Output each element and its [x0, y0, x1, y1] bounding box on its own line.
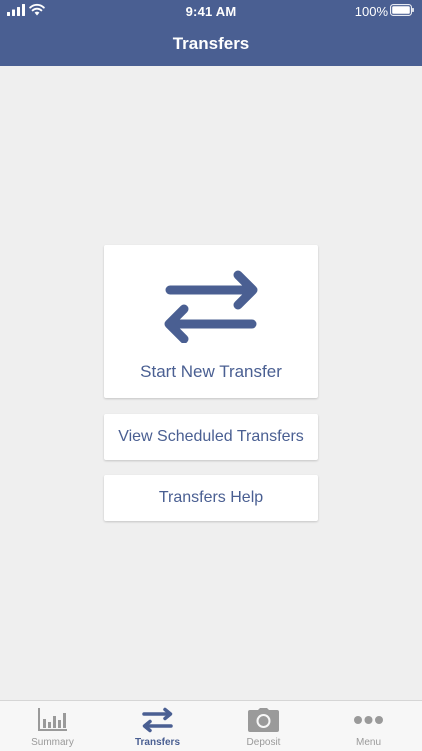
- tab-menu-label: Menu: [355, 737, 381, 748]
- tab-bar: Summary Transfers Deposit Menu: [0, 700, 422, 751]
- start-new-transfer-button[interactable]: Start New Transfer: [104, 245, 318, 398]
- start-new-transfer-label: Start New Transfer: [140, 362, 282, 381]
- tab-deposit-label: Deposit: [246, 737, 281, 748]
- camera-icon: [248, 708, 279, 732]
- tab-summary-label: Summary: [31, 737, 74, 748]
- transfer-arrows-icon: [164, 270, 258, 343]
- transfer-arrows-icon: [142, 707, 173, 733]
- tab-menu[interactable]: Menu: [316, 701, 421, 751]
- bar-chart-icon: [38, 708, 67, 731]
- view-scheduled-transfers-button[interactable]: View Scheduled Transfers: [104, 414, 318, 460]
- status-bar: 9:41 AM 100%: [0, 0, 422, 22]
- transfers-help-button[interactable]: Transfers Help: [104, 475, 318, 521]
- more-dots-icon: [354, 716, 383, 724]
- battery-icon: [390, 4, 414, 16]
- tab-transfers-label: Transfers: [134, 737, 181, 748]
- tab-transfers[interactable]: Transfers: [105, 701, 210, 751]
- tab-deposit[interactable]: Deposit: [211, 701, 316, 751]
- app-header: 9:41 AM 100% Transfers: [0, 0, 422, 66]
- page-title: Transfers: [172, 34, 250, 53]
- tab-summary[interactable]: Summary: [0, 701, 105, 751]
- battery-percentage: 100%: [354, 4, 388, 19]
